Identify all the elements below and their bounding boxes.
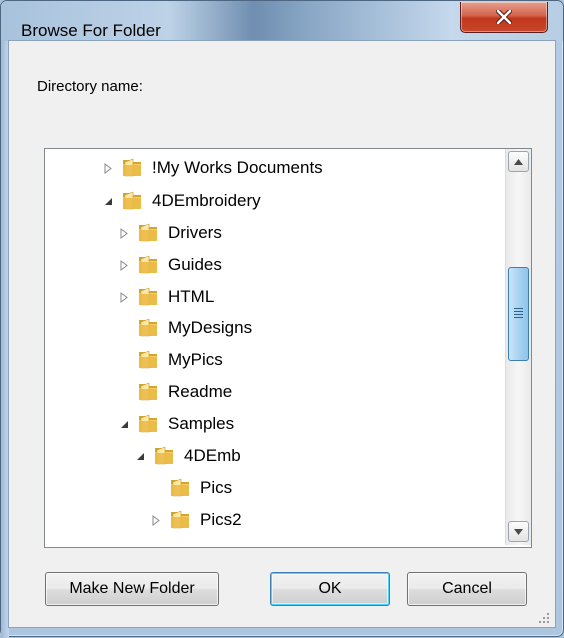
title-bar[interactable]: Browse For Folder — [1, 1, 563, 41]
tree-item-label: Samples — [168, 414, 235, 433]
tree-item[interactable]: Pics — [148, 473, 232, 503]
folder-icon — [123, 191, 141, 210]
folder-icon — [139, 223, 157, 242]
scroll-up-button[interactable] — [508, 151, 529, 172]
resize-grip-icon[interactable] — [538, 612, 550, 624]
folder-icon — [139, 350, 157, 369]
folder-icon — [139, 318, 157, 337]
folder-icon — [139, 255, 157, 274]
folder-icon — [155, 446, 173, 465]
scroll-up-arrow-icon — [514, 158, 523, 165]
folder-icon — [123, 158, 141, 177]
folder-tree[interactable]: !My Works Documents 4DEmbroidery Drivers Gu… — [44, 148, 532, 548]
folder-icon — [139, 414, 157, 433]
cancel-label: Cancel — [442, 580, 492, 597]
tree-item[interactable]: Samples — [116, 409, 234, 439]
expand-arrow-icon[interactable] — [116, 225, 132, 241]
scroll-down-arrow-icon — [514, 528, 523, 535]
tree-item-label: 4DEmb — [184, 446, 241, 465]
directory-name-label: Directory name: — [37, 78, 143, 95]
vertical-scrollbar[interactable] — [505, 149, 531, 545]
make-new-folder-label: Make New Folder — [69, 580, 195, 597]
folder-icon — [139, 382, 157, 401]
make-new-folder-button[interactable]: Make New Folder — [45, 572, 219, 606]
tree-item[interactable]: MyPics — [116, 345, 223, 375]
cancel-button[interactable]: Cancel — [407, 572, 527, 606]
tree-item[interactable]: MyDesigns — [116, 313, 252, 343]
expand-arrow-icon[interactable] — [116, 289, 132, 305]
scroll-down-button[interactable] — [508, 521, 529, 542]
window-title: Browse For Folder — [21, 21, 161, 40]
ok-button[interactable]: OK — [270, 572, 390, 606]
collapse-arrow-icon[interactable] — [132, 448, 148, 464]
tree-item[interactable]: Guides — [116, 250, 222, 280]
tree-item-label: Pics — [200, 478, 233, 497]
tree-item-label: 4DEmbroidery — [152, 191, 261, 210]
tree-item-label: Readme — [168, 382, 233, 401]
ok-label: OK — [318, 580, 342, 597]
collapse-arrow-icon[interactable] — [100, 193, 116, 209]
tree-item[interactable]: 4DEmbroidery — [100, 186, 261, 216]
tree-item-label: !My Works Documents — [152, 158, 323, 177]
tree-item-label: MyDesigns — [168, 318, 253, 337]
tree-item-label: HTML — [168, 287, 215, 306]
tree-item-label: Guides — [168, 255, 222, 274]
expand-arrow-icon[interactable] — [100, 160, 116, 176]
expand-arrow-icon[interactable] — [148, 512, 164, 528]
close-icon — [496, 10, 512, 24]
close-button[interactable] — [460, 2, 548, 33]
folder-icon — [171, 510, 189, 529]
tree-item-label: Pics2 — [200, 510, 242, 529]
tree-item-label: Drivers — [168, 223, 222, 242]
expand-arrow-icon[interactable] — [116, 257, 132, 273]
folder-icon — [139, 287, 157, 306]
folder-icon — [171, 478, 189, 497]
tree-item-label: MyPics — [168, 350, 223, 369]
tree-item[interactable]: Readme — [116, 377, 232, 407]
collapse-arrow-icon[interactable] — [116, 416, 132, 432]
tree-item[interactable]: Pics2 — [148, 505, 242, 535]
scroll-thumb-grip — [514, 308, 523, 318]
scroll-thumb[interactable] — [508, 267, 529, 361]
tree-item[interactable]: 4DEmb — [132, 441, 241, 471]
tree-item[interactable]: Drivers — [116, 218, 222, 248]
tree-item[interactable]: !My Works Documents — [100, 153, 323, 183]
tree-item[interactable]: HTML — [116, 282, 214, 312]
